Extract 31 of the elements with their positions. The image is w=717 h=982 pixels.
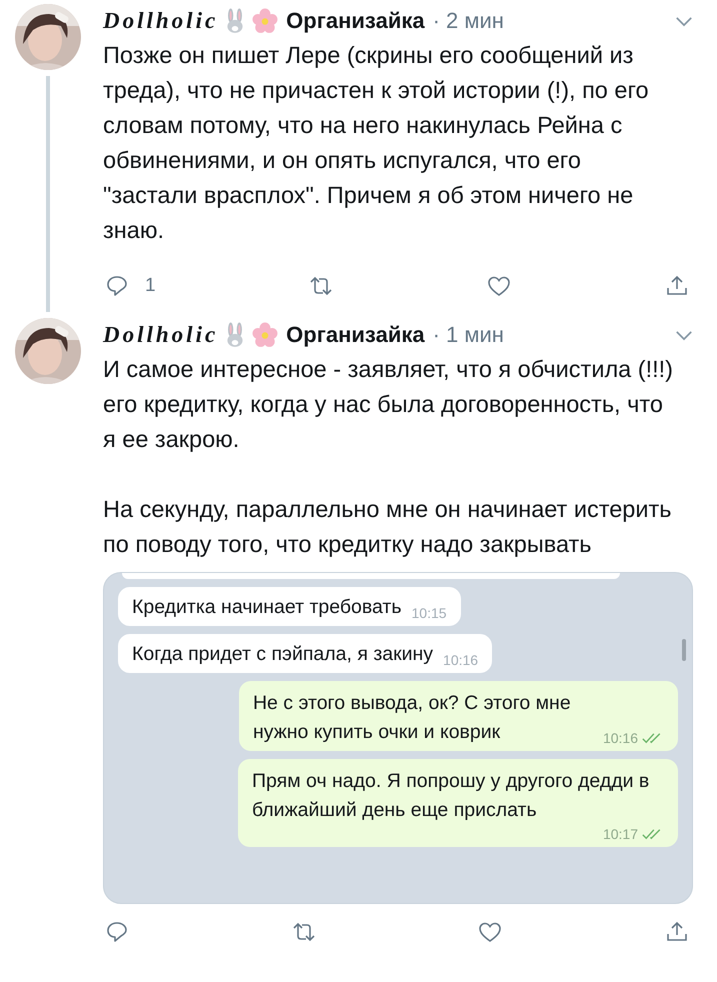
author-name[interactable]: Организайка [286, 8, 425, 34]
tweet-text: На секунду, параллельно мне он начинает истерить по поводу того, что кредитку надо закрывать [103, 495, 672, 559]
message-time: 10:16 [443, 651, 478, 669]
message-text: Кредитка начинает требовать [132, 595, 402, 620]
timestamp: · 1 мин [432, 322, 504, 348]
heart-icon[interactable] [478, 920, 502, 944]
message-time: 10:16 [602, 729, 638, 747]
message-time: 10:17 [602, 825, 638, 843]
chevron-down-icon[interactable] [675, 330, 693, 340]
retweet-icon[interactable] [292, 920, 316, 944]
author-name[interactable]: Организайка [286, 322, 425, 348]
display-name[interactable]: Dollholic [103, 8, 218, 34]
message-text: Когда придет с пэйпала, я закину [132, 642, 434, 667]
chevron-down-icon[interactable] [675, 16, 693, 26]
flower-icon [252, 8, 278, 34]
reply-count: 1 [145, 275, 156, 297]
share-icon[interactable] [664, 920, 689, 944]
message-text: Прям оч надо. Я попрошу у другого дедди в ближайший день еще прислать [252, 769, 650, 823]
reply-icon[interactable] [105, 920, 129, 944]
reply-icon[interactable] [105, 274, 129, 298]
scrollbar [682, 639, 686, 661]
message-time: 10:15 [412, 604, 447, 622]
heart-icon[interactable] [487, 274, 512, 298]
flower-icon [252, 322, 278, 348]
timestamp: · 2 мин [432, 8, 504, 34]
message-text: Не с этого вывода, ок? С этого мне нужно купить очки и коврик [252, 691, 572, 745]
retweet-icon[interactable] [309, 274, 334, 298]
display-name[interactable]: Dollholic [103, 322, 218, 348]
tweet-text: Позже он пишет Лере (скрины его сообщений из треда), что не причастен к этой истории (!), по его словам потому, что на него накинулась Рейна с обвинениями, и он опять испугался, что его "застали врасплох". Причем я об этом ничего не знаю. [103, 41, 650, 245]
tweet-text: И самое интересное - заявляет, что я обчистила (!!!) его кредитку, когда у нас была договоренность, что я ее закрою. [103, 355, 674, 454]
share-icon[interactable] [664, 274, 689, 298]
